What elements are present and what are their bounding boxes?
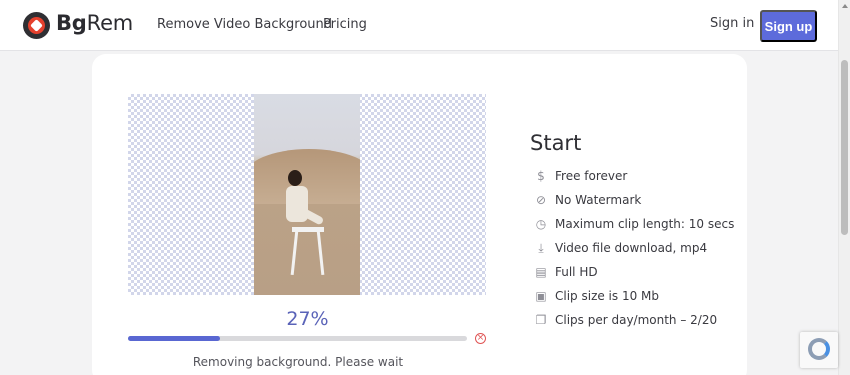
- plan-feature-label: Maximum clip length: 10 secs: [555, 217, 735, 231]
- progress-percent: 27%: [286, 308, 329, 330]
- plan-feature-item: ▤ Full HD: [534, 260, 734, 284]
- plan-feature-label: Free forever: [555, 169, 628, 183]
- download-icon: ⤓: [538, 240, 544, 255]
- plan-feature-item: ❐ Clips per day/month – 2/20: [534, 308, 734, 332]
- bgrem-logo-icon[interactable]: [23, 12, 50, 39]
- scroll-up-arrow-icon[interactable]: [842, 4, 848, 8]
- hd-icon: ▤: [535, 265, 547, 279]
- progress-bar-fill: [128, 336, 220, 341]
- nav-pricing[interactable]: Pricing: [323, 17, 367, 32]
- brand-name[interactable]: BgRem: [56, 11, 133, 35]
- plan-feature-label: Clip size is 10 Mb: [555, 289, 660, 303]
- clips-icon: ❐: [535, 313, 547, 327]
- progress-bar: [128, 336, 467, 341]
- plan-feature-item: ⊘ No Watermark: [534, 188, 734, 212]
- page-scrollbar[interactable]: [838, 0, 850, 375]
- plan-feature-label: Video file download, mp4: [555, 241, 708, 255]
- processing-status-text: Removing background. Please wait: [192, 355, 404, 369]
- top-navbar: BgRem Remove Video Background Pricing Si…: [0, 0, 838, 51]
- scroll-thumb[interactable]: [841, 60, 848, 235]
- plan-feature-label: Full HD: [555, 265, 598, 279]
- plan-features-list: $ Free forever ⊘ No Watermark ◷ Maximum clip …: [534, 164, 734, 332]
- plan-feature-label: Clips per day/month – 2/20: [555, 313, 718, 327]
- plan-feature-item: ◷ Maximum clip length: 10 secs: [534, 212, 735, 236]
- video-preview: [128, 94, 486, 295]
- clock-icon: ◷: [535, 217, 547, 231]
- nav-remove-video-background[interactable]: Remove Video Background: [157, 17, 332, 32]
- plan-feature-item: ▣ Clip size is 10 Mb: [534, 284, 734, 308]
- sign-in-link[interactable]: Sign in: [710, 16, 754, 31]
- plan-feature-item: ⤓ Video file download, mp4: [534, 236, 734, 260]
- dollar-icon: $: [537, 169, 545, 183]
- file-size-icon: ▣: [535, 289, 547, 303]
- recaptcha-badge[interactable]: [800, 332, 838, 368]
- no-watermark-icon: ⊘: [535, 193, 547, 207]
- recaptcha-icon: [808, 338, 830, 360]
- cancel-circle-icon[interactable]: ×: [475, 333, 486, 344]
- sign-up-button[interactable]: Sign up: [760, 10, 817, 42]
- plan-feature-label: No Watermark: [555, 193, 642, 207]
- video-frame-image: [254, 94, 360, 295]
- plan-title: Start: [530, 131, 582, 155]
- plan-feature-item: $ Free forever: [534, 164, 734, 188]
